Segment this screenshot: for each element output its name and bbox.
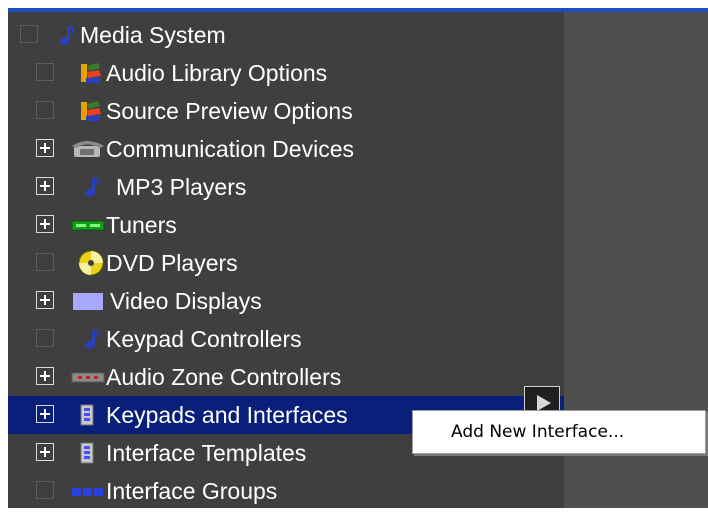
tree-label: Source Preview Options bbox=[106, 98, 353, 124]
colored-speaker-icon bbox=[81, 63, 101, 83]
tree-label: Communication Devices bbox=[106, 136, 354, 162]
colored-speaker-icon bbox=[81, 101, 101, 121]
expand-plus-icon[interactable] bbox=[36, 291, 54, 309]
music-note-icon bbox=[85, 177, 100, 197]
tuner-icon bbox=[71, 220, 105, 231]
interface-group-icon bbox=[72, 488, 103, 496]
tree-label: Keypad Controllers bbox=[106, 326, 302, 352]
tree-label: Tuners bbox=[106, 212, 177, 238]
expand-plus-icon[interactable] bbox=[36, 405, 54, 423]
keypad-icon bbox=[80, 442, 94, 464]
disc-icon bbox=[78, 250, 104, 276]
menu-item-add-new-interface[interactable]: Add New Interface... bbox=[413, 411, 705, 453]
tree-label: MP3 Players bbox=[116, 174, 247, 200]
item-checkbox[interactable] bbox=[36, 63, 54, 81]
keypad-icon bbox=[80, 404, 94, 426]
tree-label: Interface Templates bbox=[106, 440, 307, 466]
tree-label: Media System bbox=[80, 22, 226, 48]
tree-label: Interface Groups bbox=[106, 478, 278, 504]
zone-controller-icon bbox=[71, 372, 105, 383]
telephone-icon bbox=[72, 141, 104, 157]
tree-item-tuners[interactable]: Tuners bbox=[8, 206, 564, 244]
tree-label: Audio Zone Controllers bbox=[106, 364, 342, 390]
tree-label: DVD Players bbox=[106, 250, 238, 276]
tree-root-media-system[interactable]: Media System bbox=[8, 16, 564, 54]
tree-item-audio-zone-controllers[interactable]: Audio Zone Controllers bbox=[8, 358, 564, 396]
item-checkbox[interactable] bbox=[36, 253, 54, 271]
item-checkbox[interactable] bbox=[36, 329, 54, 347]
tree-item-keypad-controllers[interactable]: Keypad Controllers bbox=[8, 320, 564, 358]
expand-plus-icon[interactable] bbox=[36, 367, 54, 385]
expand-plus-icon[interactable] bbox=[36, 443, 54, 461]
tree-item-communication-devices[interactable]: Communication Devices bbox=[8, 130, 564, 168]
tree-label: Keypads and Interfaces bbox=[106, 402, 348, 428]
tree-item-mp3-players[interactable]: MP3 Players bbox=[8, 168, 564, 206]
root-checkbox[interactable] bbox=[20, 25, 38, 43]
expand-plus-icon[interactable] bbox=[36, 177, 54, 195]
tree-label: Audio Library Options bbox=[106, 60, 328, 86]
music-note-icon bbox=[85, 329, 100, 349]
tree-label: Video Displays bbox=[110, 288, 262, 314]
item-checkbox[interactable] bbox=[36, 101, 54, 119]
item-checkbox[interactable] bbox=[36, 481, 54, 499]
expand-plus-icon[interactable] bbox=[36, 139, 54, 157]
display-icon bbox=[73, 293, 103, 310]
tree-item-dvd-players[interactable]: DVD Players bbox=[8, 244, 564, 282]
expand-plus-icon[interactable] bbox=[36, 215, 54, 233]
music-note-icon bbox=[60, 25, 75, 45]
tree-item-interface-groups[interactable]: Interface Groups bbox=[8, 472, 564, 510]
tree-item-audio-library-options[interactable]: Audio Library Options bbox=[8, 54, 564, 92]
context-menu: Add New Interface... bbox=[412, 410, 706, 454]
tree-item-source-preview-options[interactable]: Source Preview Options bbox=[8, 92, 564, 130]
tree-item-video-displays[interactable]: Video Displays bbox=[8, 282, 564, 320]
